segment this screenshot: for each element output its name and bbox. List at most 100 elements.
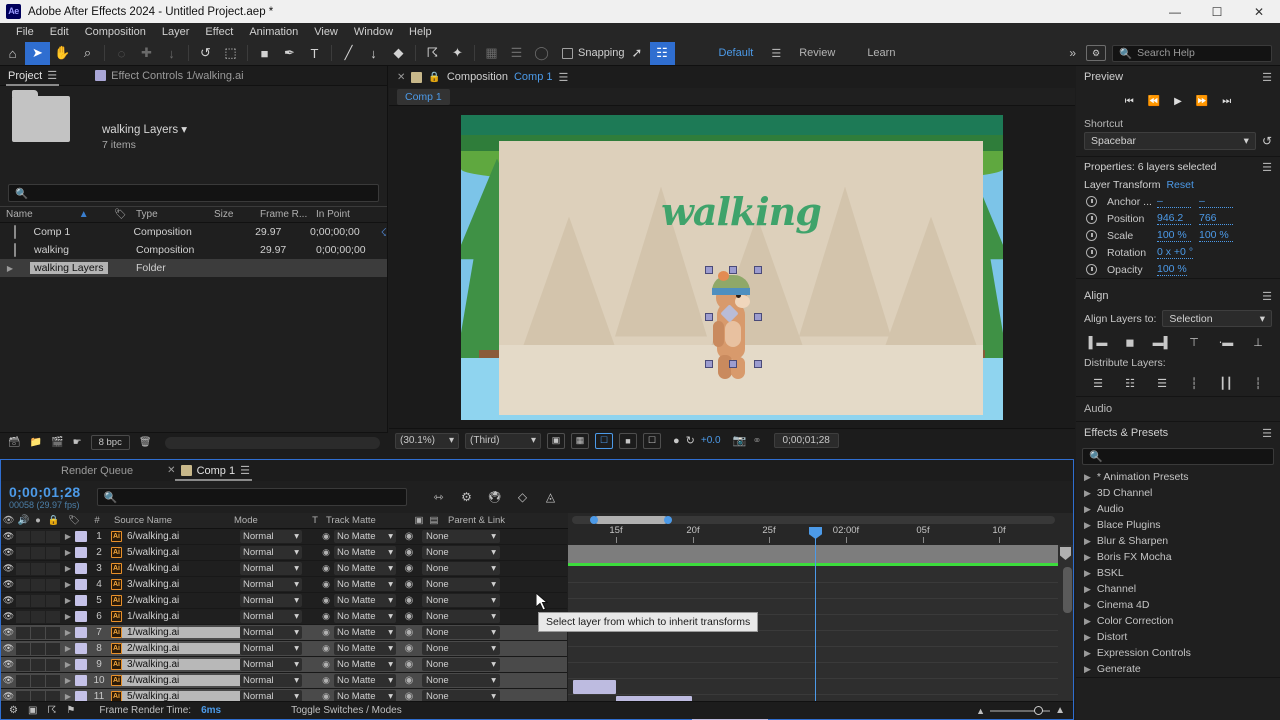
- composition-mini-flowchart-icon[interactable]: ⇿: [429, 488, 449, 506]
- parent-dropdown[interactable]: None ▾: [422, 610, 500, 623]
- column-header-inpoint[interactable]: In Point: [310, 209, 382, 220]
- layer-mode-dropdown[interactable]: Normal ▾: [240, 530, 302, 543]
- layer-label-swatch[interactable]: [75, 675, 87, 686]
- solo-switch-cell[interactable]: [31, 658, 45, 671]
- parent-pickwhip-icon[interactable]: ◉: [396, 531, 422, 542]
- disclosure-triangle-icon[interactable]: ▶: [61, 596, 75, 605]
- audio-switch-cell[interactable]: [16, 562, 30, 575]
- stopwatch-icon[interactable]: [1086, 230, 1097, 241]
- lock-switch-cell[interactable]: [46, 594, 60, 607]
- clone-stamp-tool-icon[interactable]: ↓: [361, 42, 386, 65]
- parent-pickwhip-icon[interactable]: ◉: [396, 627, 422, 638]
- timeline-layer-row[interactable]: 👁 ▶ 2 Ai 5/walking.ai Normal ▾ ◉ No Matte…: [1, 545, 567, 561]
- track-matte-dropdown[interactable]: No Matte ▾: [334, 530, 396, 543]
- timeline-layer-row[interactable]: 👁 ▶ 9 Ai 3/walking.ai Normal ▾ ◉ No Matte…: [1, 657, 567, 673]
- disclosure-triangle-icon[interactable]: ▶: [61, 564, 75, 573]
- layer-label-swatch[interactable]: [75, 611, 87, 622]
- parent-pickwhip-icon[interactable]: ◉: [396, 659, 422, 670]
- video-switch-icon[interactable]: 👁: [1, 595, 16, 606]
- align-left-icon[interactable]: ▌▬: [1089, 335, 1108, 350]
- timeline-layer-row[interactable]: 👁 ▶ 6 Ai 1/walking.ai Normal ▾ ◉ No Matte…: [1, 609, 567, 625]
- align-right-icon[interactable]: ▬▌: [1153, 335, 1172, 350]
- layer-clip-bar[interactable]: [573, 680, 616, 694]
- parent-dropdown[interactable]: None ▾: [422, 578, 500, 591]
- maximize-button[interactable]: ☐: [1196, 0, 1238, 23]
- show-snapshot-icon[interactable]: ⚭: [752, 434, 761, 447]
- effects-category-item[interactable]: ▶ 3D Channel: [1076, 485, 1280, 501]
- distribute-horizontal-center-icon[interactable]: ┃┃: [1218, 376, 1235, 391]
- title-action-safe-icon[interactable]: ■: [619, 432, 637, 449]
- puppet-starch-tool-icon[interactable]: ✦: [445, 42, 470, 65]
- lock-switch-cell[interactable]: [46, 674, 60, 687]
- video-switch-icon[interactable]: 👁: [1, 627, 16, 638]
- stopwatch-icon[interactable]: [1086, 213, 1097, 224]
- 3d-renderer-icon[interactable]: ☐: [643, 432, 661, 449]
- rotation-tool-icon[interactable]: ↺: [193, 42, 218, 65]
- toggle-switches-icon[interactable]: ⚙: [9, 705, 18, 716]
- composition-panel-menu-icon[interactable]: ☰: [559, 71, 569, 84]
- track-matte-dropdown[interactable]: No Matte ▾: [334, 626, 396, 639]
- video-switch-icon[interactable]: 👁: [1, 675, 16, 686]
- layer-label-swatch[interactable]: [75, 659, 87, 670]
- effects-category-item[interactable]: ▶ Boris FX Mocha: [1076, 549, 1280, 565]
- layer-label-swatch[interactable]: [75, 595, 87, 606]
- solo-switch-cell[interactable]: [31, 578, 45, 591]
- track-matte-dropdown[interactable]: No Matte ▾: [334, 594, 396, 607]
- draft-3d-icon[interactable]: ⚙: [457, 488, 477, 506]
- layer-label-swatch[interactable]: [75, 627, 87, 638]
- track-matte-header[interactable]: Track Matte: [326, 515, 412, 526]
- region-of-interest-icon[interactable]: ▣: [547, 432, 565, 449]
- home-icon[interactable]: ⌂: [0, 42, 25, 65]
- solo-switch-cell[interactable]: [31, 530, 45, 543]
- effects-search-input[interactable]: 🔍: [1082, 448, 1274, 465]
- parent-pickwhip-icon[interactable]: ◉: [396, 643, 422, 654]
- solo-switch-cell[interactable]: [31, 546, 45, 559]
- parent-dropdown[interactable]: None ▾: [422, 594, 500, 607]
- selected-item-name[interactable]: walking Layers ▾: [102, 122, 187, 136]
- distribute-vertical-center-icon[interactable]: ☷: [1122, 376, 1139, 391]
- effects-category-item[interactable]: ▶ Color Correction: [1076, 613, 1280, 629]
- audio-switch-cell[interactable]: [16, 530, 30, 543]
- new-composition-icon[interactable]: 🎬: [51, 437, 63, 448]
- track-matte-icon[interactable]: ◉: [318, 547, 334, 558]
- align-bottom-icon[interactable]: ⊥: [1250, 335, 1267, 350]
- layer-label-swatch[interactable]: [75, 643, 87, 654]
- menu-help[interactable]: Help: [401, 23, 440, 41]
- type-tool-icon[interactable]: T: [302, 42, 327, 65]
- camera-tool-icon[interactable]: ↓: [159, 42, 184, 65]
- track-matte-icon[interactable]: ◉: [318, 643, 334, 654]
- effects-category-item[interactable]: ▶ Cinema 4D: [1076, 597, 1280, 613]
- property-value-y[interactable]: 100 %: [1199, 229, 1233, 242]
- timeline-vertical-scrollbar[interactable]: [1063, 527, 1072, 677]
- snapping-group[interactable]: Snapping: [562, 47, 625, 59]
- column-header-name[interactable]: Name ▲: [0, 209, 108, 220]
- pen-tool-icon[interactable]: ✒: [277, 42, 302, 65]
- parent-dropdown[interactable]: None ▾: [422, 658, 500, 671]
- column-header-type[interactable]: Type: [130, 209, 208, 220]
- previous-frame-button[interactable]: ⏪: [1148, 96, 1160, 107]
- disclosure-triangle-icon[interactable]: ▶: [61, 644, 75, 653]
- effects-category-item[interactable]: ▶ Channel: [1076, 581, 1280, 597]
- disclosure-triangle-icon[interactable]: ▶: [61, 580, 75, 589]
- stopwatch-icon[interactable]: [1086, 247, 1097, 258]
- snapping-checkbox[interactable]: [562, 47, 573, 59]
- audio-switch-cell[interactable]: [16, 546, 30, 559]
- zoom-slider-knob[interactable]: [1034, 705, 1044, 715]
- project-settings-icon[interactable]: ☛: [73, 437, 82, 448]
- audio-switch-cell[interactable]: [16, 578, 30, 591]
- menu-layer[interactable]: Layer: [154, 23, 198, 41]
- snap-target-icon[interactable]: ➚: [625, 42, 650, 65]
- zoom-level-dropdown[interactable]: (30.1%) ▾: [395, 432, 459, 449]
- hand-tool-icon[interactable]: ✋: [50, 42, 75, 65]
- composition-timecode[interactable]: 0;00;01;28: [773, 433, 839, 448]
- tab-project[interactable]: Project ☰: [0, 66, 65, 86]
- parent-dropdown[interactable]: None ▾: [422, 562, 500, 575]
- effects-category-item[interactable]: ▶ Expression Controls: [1076, 645, 1280, 661]
- project-row-walking[interactable]: walking Composition 29.97 0;00;00;00: [0, 241, 387, 259]
- lock-switch-cell[interactable]: [46, 530, 60, 543]
- parent-pickwhip-icon[interactable]: ◉: [396, 611, 422, 622]
- video-switch-icon[interactable]: 👁: [1, 531, 16, 542]
- pan-behind-tool-icon[interactable]: ✚: [134, 42, 159, 65]
- layer-mode-dropdown[interactable]: Normal ▾: [240, 546, 302, 559]
- parent-pickwhip-icon[interactable]: ◉: [396, 579, 422, 590]
